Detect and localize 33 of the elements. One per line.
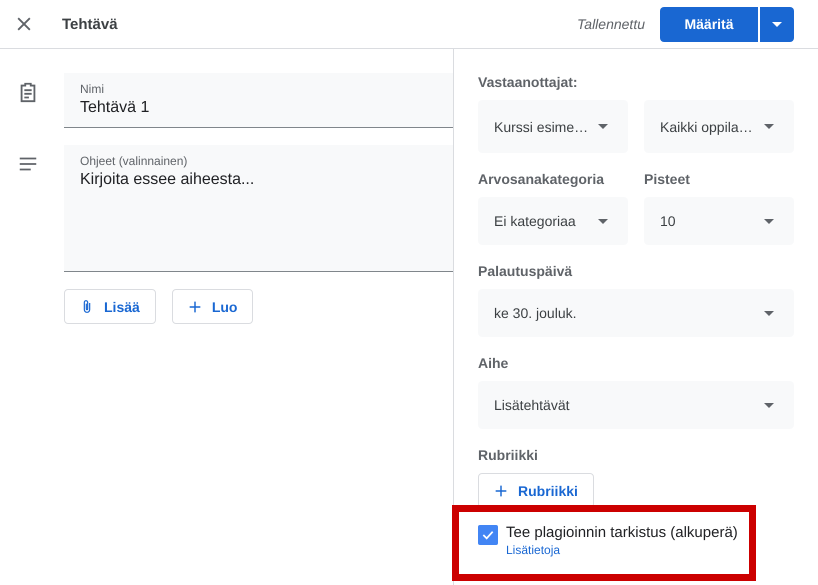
- page-title: Tehtävä: [62, 16, 119, 32]
- field-label: Rubriikki: [478, 446, 539, 465]
- caret-icon: [598, 124, 608, 129]
- dropdown-select[interactable]: 10: [644, 197, 794, 245]
- caret-icon: [764, 218, 774, 224]
- instructions-field[interactable]: Ohjeet (valinnainen) Kirjoita essee aiheesta...: [64, 145, 453, 272]
- field-label: Palautuspäivä: [478, 262, 574, 281]
- rubric-button[interactable]: Rubriikki: [478, 473, 594, 508]
- caret-icon: [598, 218, 608, 224]
- assign-button[interactable]: Määritä: [660, 6, 758, 42]
- field-label: Arvosanakategoria: [478, 170, 606, 189]
- dropdown-button[interactable]: [760, 6, 794, 42]
- field-label: Pisteet: [644, 170, 691, 189]
- checkbox-label: Tee plagioinnin tarkistus (alkuperä): [506, 524, 738, 541]
- dropdown-select[interactable]: Lisätehtävät: [478, 381, 794, 429]
- create-button[interactable]: Luo: [172, 289, 254, 324]
- field-label: Vastaanottajat:: [478, 73, 579, 92]
- plus-icon: [493, 482, 509, 498]
- save-status: Tallennettu: [577, 16, 645, 32]
- plus-icon: [186, 298, 203, 314]
- learn-more-link[interactable]: Lisätietoja: [506, 543, 560, 557]
- name-field[interactable]: Nimi Tehtävä 1: [64, 73, 453, 128]
- dropdown-select[interactable]: Kaikki oppila…: [644, 100, 794, 153]
- add-button[interactable]: Lisää: [64, 289, 156, 324]
- checkbox[interactable]: [478, 525, 498, 545]
- caret-icon: [772, 22, 782, 26]
- dropdown-select[interactable]: Ei kategoriaa: [478, 197, 628, 245]
- field-label: Aihe: [478, 354, 510, 373]
- caret-icon: [764, 124, 774, 129]
- dropdown-select[interactable]: ke 30. jouluk.: [478, 289, 794, 337]
- caret-icon: [764, 310, 774, 316]
- dropdown-select[interactable]: Kurssi esime…: [478, 100, 628, 153]
- caret-icon: [764, 402, 774, 408]
